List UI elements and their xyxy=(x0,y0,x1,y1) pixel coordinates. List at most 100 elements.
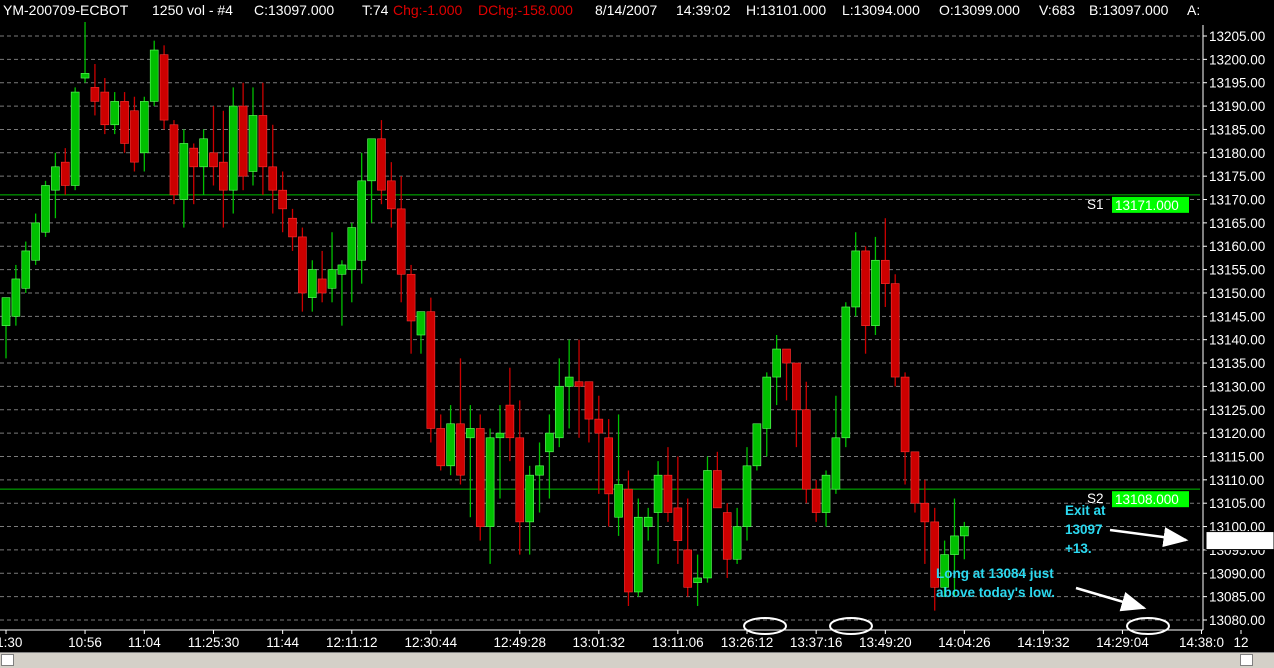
y-tick-label: 13175.00 xyxy=(1209,169,1265,184)
candle-up xyxy=(614,484,623,518)
candle-up xyxy=(1,297,11,326)
candle-up xyxy=(21,250,31,289)
horizontal-scrollbar[interactable] xyxy=(0,652,1274,668)
y-tick-label: 13140.00 xyxy=(1209,333,1265,348)
y-tick-label: 13155.00 xyxy=(1209,263,1265,278)
candle-up xyxy=(871,259,880,326)
y-tick-label: 13080.00 xyxy=(1209,613,1265,628)
x-tick-label: 13:49:20 xyxy=(859,635,912,650)
header-close: C:13097.000 xyxy=(254,2,334,18)
candle-up xyxy=(446,423,455,467)
x-tick-label: 13:26:12 xyxy=(721,635,774,650)
candle-down xyxy=(515,437,525,523)
price-chart: YM-200709-ECBOT 1250 vol - #4 C:13097.00… xyxy=(0,0,1274,652)
x-tick-label: 13:01:32 xyxy=(573,635,626,650)
candle-up xyxy=(228,105,238,191)
candle-up xyxy=(31,222,40,261)
candle-up xyxy=(841,306,851,439)
candle-up xyxy=(70,91,80,186)
level-name-s1: S1 xyxy=(1087,197,1104,212)
candle-down xyxy=(792,362,801,411)
candle-down xyxy=(890,283,900,378)
x-tick-label: 13:37:16 xyxy=(790,635,843,650)
y-tick-label: 13110.00 xyxy=(1209,473,1264,488)
exit-annotation-line: +13. xyxy=(1065,541,1092,556)
candle-up xyxy=(545,432,554,453)
candle-down xyxy=(722,512,732,560)
x-tick-label: 14:38:0 xyxy=(1179,635,1224,650)
candle-down xyxy=(584,381,594,420)
candle-up xyxy=(960,526,969,537)
y-tick-label: 13200.00 xyxy=(1209,52,1265,67)
candle-up xyxy=(110,101,119,126)
candle-down xyxy=(801,409,811,490)
scroll-right-button[interactable] xyxy=(1240,654,1253,666)
candle-down xyxy=(604,437,613,495)
scroll-left-button[interactable] xyxy=(1,654,14,666)
header-symbol: YM-200709-ECBOT xyxy=(3,2,129,18)
candle-down xyxy=(881,259,890,284)
y-tick-label: 13115.00 xyxy=(1209,449,1264,464)
x-tick-label: 10:56 xyxy=(68,635,102,650)
header-ticks: T:74 xyxy=(362,2,389,18)
exit-annotation-line: 13097 xyxy=(1065,522,1103,537)
header-low: L:13094.000 xyxy=(842,2,920,18)
candle-up xyxy=(416,311,426,336)
y-tick-label: 13135.00 xyxy=(1209,356,1265,371)
header-date: 8/14/2007 xyxy=(595,2,657,18)
y-tick-label: 13090.00 xyxy=(1209,566,1265,581)
candle-down xyxy=(387,180,396,210)
candle-up xyxy=(347,227,357,270)
candle-down xyxy=(910,451,920,504)
candle-up xyxy=(564,376,574,387)
candle-up xyxy=(357,180,366,261)
x-tick-label: 13:11:06 xyxy=(652,635,704,650)
candle-down xyxy=(159,54,169,121)
candle-up xyxy=(643,516,653,527)
candle-up xyxy=(327,269,337,289)
header-bars: 1250 vol - #4 xyxy=(152,2,233,18)
candle-down xyxy=(505,404,515,439)
candle-down xyxy=(189,147,199,168)
candle-down xyxy=(288,217,297,238)
candle-up xyxy=(831,437,841,490)
candle-up xyxy=(554,386,564,439)
candle-down xyxy=(209,152,218,168)
x-tick-label: 11:44 xyxy=(266,635,299,650)
candle-down xyxy=(278,189,287,210)
candle-up xyxy=(950,535,959,555)
candle-up xyxy=(693,577,702,583)
candle-up xyxy=(466,428,475,439)
y-tick-label: 13145.00 xyxy=(1209,309,1265,324)
candle-down xyxy=(861,250,870,326)
candle-down xyxy=(713,470,722,509)
x-tick-label: 12:30:44 xyxy=(405,635,458,650)
header-time: 14:39:02 xyxy=(676,2,731,18)
candle-up xyxy=(525,474,534,523)
y-tick-label: 13185.00 xyxy=(1209,122,1265,137)
y-tick-label: 13120.00 xyxy=(1209,426,1265,441)
x-tick-label: 12:49:28 xyxy=(493,635,546,650)
candle-up xyxy=(149,49,159,102)
candle-down xyxy=(120,101,129,144)
candle-up xyxy=(337,264,347,275)
candle-down xyxy=(100,91,110,126)
last-price-label: 13097.00 xyxy=(1209,534,1265,549)
candle-down xyxy=(624,488,633,593)
candle-down xyxy=(663,474,673,513)
candle-up xyxy=(51,166,60,191)
x-tick-label: 12 xyxy=(1233,635,1248,650)
y-tick-label: 13190.00 xyxy=(1209,99,1265,114)
y-tick-label: 13205.00 xyxy=(1209,29,1265,44)
candle-up xyxy=(742,465,752,527)
candle-down xyxy=(683,549,693,588)
candle-up xyxy=(199,138,208,168)
header-open: O:13099.000 xyxy=(939,2,1020,18)
candle-down xyxy=(60,161,70,186)
y-tick-label: 13160.00 xyxy=(1209,239,1265,254)
candle-down xyxy=(436,428,446,467)
candle-up xyxy=(762,376,772,429)
header-dchg: DChg:-158.000 xyxy=(478,2,573,18)
candle-up xyxy=(485,437,495,527)
candle-up xyxy=(248,115,258,172)
